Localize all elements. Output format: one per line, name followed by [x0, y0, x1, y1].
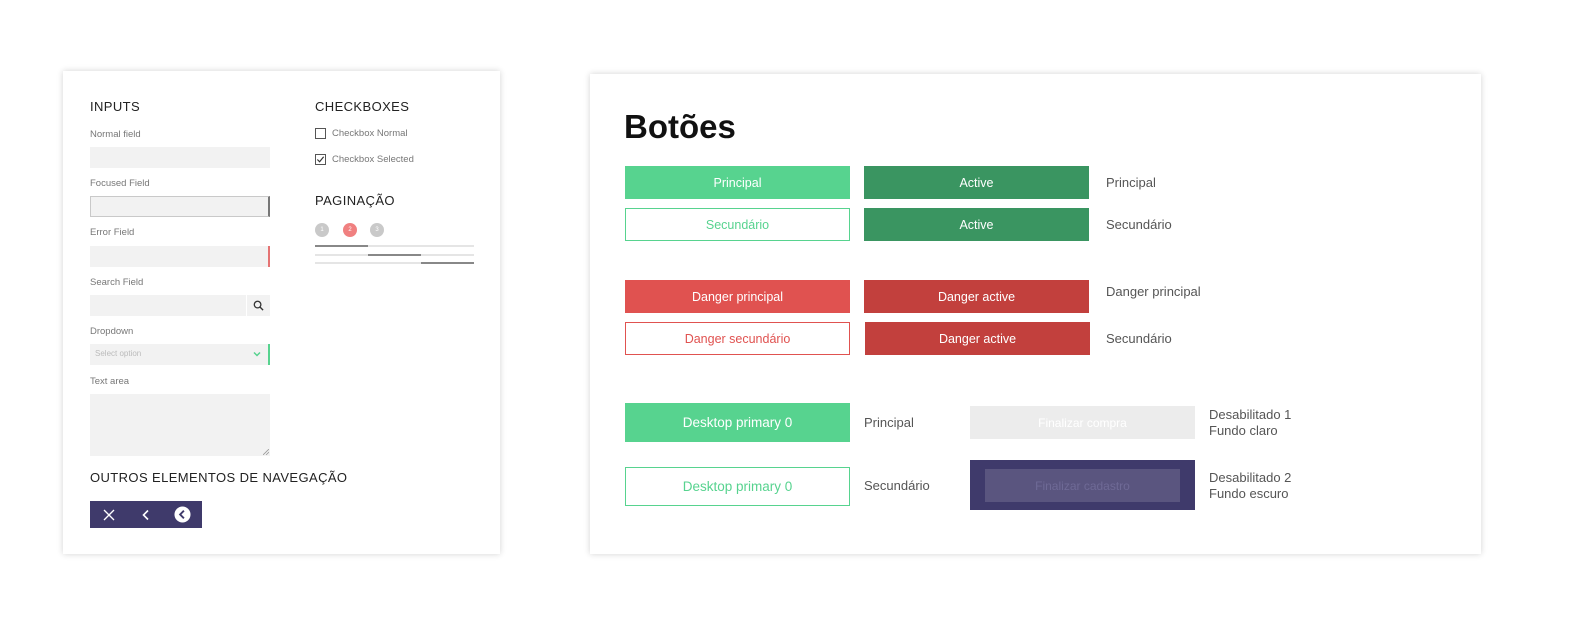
finalizar-compra-disabled-button[interactable]: Finalizar compra — [970, 406, 1195, 439]
active-secondary-button[interactable]: Active — [864, 208, 1089, 241]
desktop-secondary-button[interactable]: Desktop primary 0 — [625, 467, 850, 506]
chevron-left-icon — [141, 509, 149, 520]
error-field-label: Error Field — [90, 227, 135, 238]
focused-field[interactable] — [90, 196, 270, 217]
checkbox-selected[interactable]: Checkbox Selected — [315, 154, 414, 165]
nav-elements-heading: OUTROS ELEMENTOS DE NAVEGAÇÃO — [90, 470, 348, 485]
page-3-button[interactable]: 3 — [370, 223, 384, 237]
row5-label: Principal — [864, 415, 914, 430]
resize-handle-icon[interactable] — [263, 449, 269, 455]
finalizar-cadastro-disabled-button[interactable]: Finalizar cadastro — [985, 469, 1180, 502]
dropdown-placeholder: Select option — [95, 349, 142, 358]
row4-label: Secundário — [1106, 331, 1172, 346]
error-field[interactable] — [90, 246, 270, 267]
pagination-track-2 — [315, 254, 474, 256]
dark-background-panel: Finalizar cadastro — [970, 460, 1195, 510]
checkbox-normal-label: Checkbox Normal — [332, 128, 408, 139]
form-elements-card: INPUTS Normal field Focused Field Error … — [63, 71, 500, 554]
checkbox-box-checked[interactable] — [315, 154, 326, 165]
buttons-card: Botões Principal Active Principal Secund… — [590, 74, 1481, 554]
back-circle-icon — [174, 506, 191, 523]
row2-label: Secundário — [1106, 217, 1172, 232]
close-icon — [103, 509, 114, 520]
checkbox-selected-label: Checkbox Selected — [332, 154, 414, 165]
pagination-track-3 — [315, 262, 474, 264]
pagination-heading: PAGINAÇÃO — [315, 193, 395, 208]
search-field-label: Search Field — [90, 277, 144, 288]
search-field[interactable] — [90, 295, 270, 316]
inputs-heading: INPUTS — [90, 99, 141, 114]
back-button[interactable] — [127, 501, 164, 528]
danger-principal-button[interactable]: Danger principal — [625, 280, 850, 313]
close-button[interactable] — [90, 501, 127, 528]
danger-active-secondary-button[interactable]: Danger active — [865, 322, 1090, 355]
nav-toolbar — [90, 501, 202, 528]
row6-label: Secundário — [864, 478, 930, 493]
dark-background-label: Fundo escuro — [1209, 486, 1289, 501]
desktop-primary-button[interactable]: Desktop primary 0 — [625, 403, 850, 442]
page-title: Botões — [624, 108, 736, 145]
textarea-label: Text area — [90, 376, 130, 387]
row3-label: Danger principal — [1106, 284, 1201, 299]
normal-field-label: Normal field — [90, 129, 141, 140]
search-button[interactable] — [246, 295, 270, 316]
dropdown-label: Dropdown — [90, 326, 134, 337]
search-icon — [253, 300, 264, 311]
checkbox-normal[interactable]: Checkbox Normal — [315, 128, 408, 139]
text-area[interactable] — [90, 394, 270, 456]
checkboxes-heading: CHECKBOXES — [315, 99, 410, 114]
focused-field-label: Focused Field — [90, 178, 150, 189]
dropdown-select[interactable]: Select option — [90, 344, 270, 365]
check-icon — [316, 156, 325, 163]
danger-secundario-button[interactable]: Danger secundário — [625, 322, 850, 355]
principal-button[interactable]: Principal — [625, 166, 850, 199]
light-background-label: Fundo claro — [1209, 423, 1278, 438]
page-1-button[interactable]: 1 — [315, 223, 329, 237]
row1-label: Principal — [1106, 175, 1156, 190]
checkbox-box[interactable] — [315, 128, 326, 139]
active-button[interactable]: Active — [864, 166, 1089, 199]
disabled-2-label: Desabilitado 2 — [1209, 470, 1292, 485]
pagination-track-1 — [315, 245, 474, 247]
page-2-button[interactable]: 2 — [343, 223, 357, 237]
back-circle-button[interactable] — [164, 501, 201, 528]
disabled-1-label: Desabilitado 1 — [1209, 407, 1292, 422]
secundario-button[interactable]: Secundário — [625, 208, 850, 241]
chevron-down-icon — [253, 351, 261, 357]
normal-field[interactable] — [90, 147, 270, 168]
danger-active-button[interactable]: Danger active — [864, 280, 1089, 313]
